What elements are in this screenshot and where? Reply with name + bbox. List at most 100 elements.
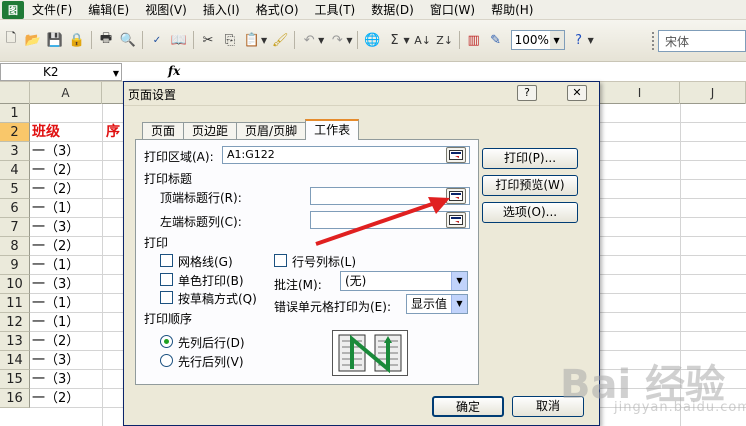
row-header[interactable]: 15 [0, 370, 30, 389]
cell-a[interactable]: 一（1） [32, 199, 79, 218]
cell-a[interactable]: 一（3） [32, 218, 79, 237]
undo-dropdown-icon[interactable]: ▼ [318, 36, 324, 45]
print-icon[interactable]: 🖶 [96, 30, 116, 50]
row-header[interactable]: 16 [0, 389, 30, 408]
chevron-down-icon[interactable]: ▼ [451, 272, 467, 290]
cell-a[interactable]: 一（2） [32, 389, 79, 408]
row-header[interactable]: 10 [0, 275, 30, 294]
save-icon[interactable]: 💾 [45, 30, 65, 50]
excel-app-icon[interactable]: 图 [2, 0, 24, 19]
collapse-dialog-icon[interactable] [446, 147, 466, 163]
toolbar-options-icon[interactable]: ▼ [588, 36, 594, 45]
cell-a[interactable]: 一（3） [32, 370, 79, 389]
cut-icon[interactable]: ✂ [198, 30, 218, 50]
print-button[interactable]: 打印(P)... [482, 148, 578, 169]
menu-data[interactable]: 数据(D) [363, 0, 422, 20]
cell-a[interactable]: 班级 [32, 123, 60, 142]
font-name-select[interactable]: 宋体 [658, 30, 746, 52]
row-header[interactable]: 3 [0, 142, 30, 161]
name-box[interactable]: K2 ▼ [0, 63, 122, 81]
over-then-down-radio[interactable] [160, 354, 173, 367]
redo-icon[interactable]: ↷ [327, 30, 347, 50]
cell-a[interactable]: 一（3） [32, 142, 79, 161]
new-icon[interactable]: 🗋 [1, 30, 21, 50]
autosum-icon[interactable]: Σ [384, 30, 404, 50]
gridlines-checkbox[interactable] [160, 254, 173, 267]
row-header[interactable]: 8 [0, 237, 30, 256]
tab-page[interactable]: 页面 [142, 122, 185, 140]
row-header[interactable]: 5 [0, 180, 30, 199]
sort-descending-icon[interactable]: Z↓ [435, 30, 455, 50]
cell-a[interactable]: 一（2） [32, 161, 79, 180]
copy-icon[interactable]: ⎘ [220, 30, 240, 50]
row-header[interactable]: 14 [0, 351, 30, 370]
open-folder-icon[interactable]: 📂 [23, 30, 43, 50]
column-header-j[interactable]: J [680, 82, 746, 104]
row-header[interactable]: 2 [0, 123, 30, 142]
row-header[interactable]: 13 [0, 332, 30, 351]
select-all-corner[interactable] [0, 82, 30, 104]
menu-view[interactable]: 视图(V) [137, 0, 195, 20]
cell-errors-select[interactable]: 显示值 ▼ [406, 294, 468, 314]
column-header-i[interactable]: I [600, 82, 680, 104]
cell-a[interactable]: 一（3） [32, 275, 79, 294]
function-icon[interactable]: fx [168, 64, 180, 78]
row-header[interactable]: 11 [0, 294, 30, 313]
help-button[interactable]: ? [517, 85, 537, 101]
chevron-down-icon[interactable]: ▼ [451, 295, 467, 313]
redo-dropdown-icon[interactable]: ▼ [346, 36, 352, 45]
row-header[interactable]: 6 [0, 199, 30, 218]
ok-button[interactable]: 确定 [432, 396, 504, 417]
print-preview-button[interactable]: 打印预览(W) [482, 175, 578, 196]
print-area-input[interactable]: A1:G122 [222, 146, 470, 164]
toolbar-grip[interactable] [652, 32, 654, 50]
menu-format[interactable]: 格式(O) [248, 0, 307, 20]
options-button[interactable]: 选项(O)... [482, 202, 578, 223]
chart-wizard-icon[interactable]: ▥ [464, 30, 484, 50]
paste-dropdown-icon[interactable]: ▼ [261, 36, 267, 45]
cell-a[interactable]: 一（2） [32, 237, 79, 256]
menu-tools[interactable]: 工具(T) [307, 0, 364, 20]
down-then-over-radio[interactable] [160, 335, 173, 348]
cell-a[interactable]: 一（1） [32, 313, 79, 332]
spelling-icon[interactable]: ✓ [147, 30, 167, 50]
menu-edit[interactable]: 编辑(E) [80, 0, 137, 20]
tab-sheet[interactable]: 工作表 [305, 119, 360, 140]
help-icon[interactable]: ? [569, 30, 589, 50]
autosum-dropdown-icon[interactable]: ▼ [403, 36, 409, 45]
row-header[interactable]: 9 [0, 256, 30, 275]
chevron-down-icon[interactable]: ▼ [549, 31, 564, 49]
tab-margins[interactable]: 页边距 [183, 122, 238, 140]
comments-select[interactable]: (无) ▼ [340, 271, 468, 291]
row-col-headings-checkbox[interactable] [274, 254, 287, 267]
menu-file[interactable]: 文件(F) [24, 0, 80, 20]
cell-b[interactable]: 序 [106, 123, 120, 142]
close-button[interactable]: ✕ [567, 85, 587, 101]
cell-a[interactable]: 一（2） [32, 332, 79, 351]
draft-quality-checkbox[interactable] [160, 291, 173, 304]
research-icon[interactable]: 📖 [169, 30, 189, 50]
black-white-checkbox[interactable] [160, 273, 173, 286]
permission-icon[interactable]: 🔒 [67, 30, 87, 50]
dialog-titlebar[interactable]: 页面设置 ? ✕ [124, 82, 599, 106]
chevron-down-icon[interactable]: ▼ [113, 66, 119, 82]
cell-a[interactable]: 一（2） [32, 180, 79, 199]
row-header[interactable]: 1 [0, 104, 30, 123]
tab-header-footer[interactable]: 页眉/页脚 [236, 122, 307, 140]
menu-insert[interactable]: 插入(I) [195, 0, 248, 20]
zoom-select[interactable]: 100% ▼ [510, 30, 565, 50]
row-header[interactable]: 7 [0, 218, 30, 237]
sort-ascending-icon[interactable]: A↓ [413, 30, 433, 50]
drawing-icon[interactable]: ✎ [486, 30, 506, 50]
column-header-a[interactable]: A [30, 82, 102, 104]
paste-icon[interactable]: 📋 [242, 30, 262, 50]
menu-window[interactable]: 窗口(W) [422, 0, 483, 20]
row-header[interactable]: 4 [0, 161, 30, 180]
format-painter-icon[interactable]: 🖌 [270, 30, 290, 50]
menu-help[interactable]: 帮助(H) [483, 0, 541, 20]
undo-icon[interactable]: ↶ [299, 30, 319, 50]
hyperlink-icon[interactable]: 🌐 [362, 30, 382, 50]
cell-a[interactable]: 一（3） [32, 351, 79, 370]
row-header[interactable]: 12 [0, 313, 30, 332]
cell-a[interactable]: 一（1） [32, 256, 79, 275]
